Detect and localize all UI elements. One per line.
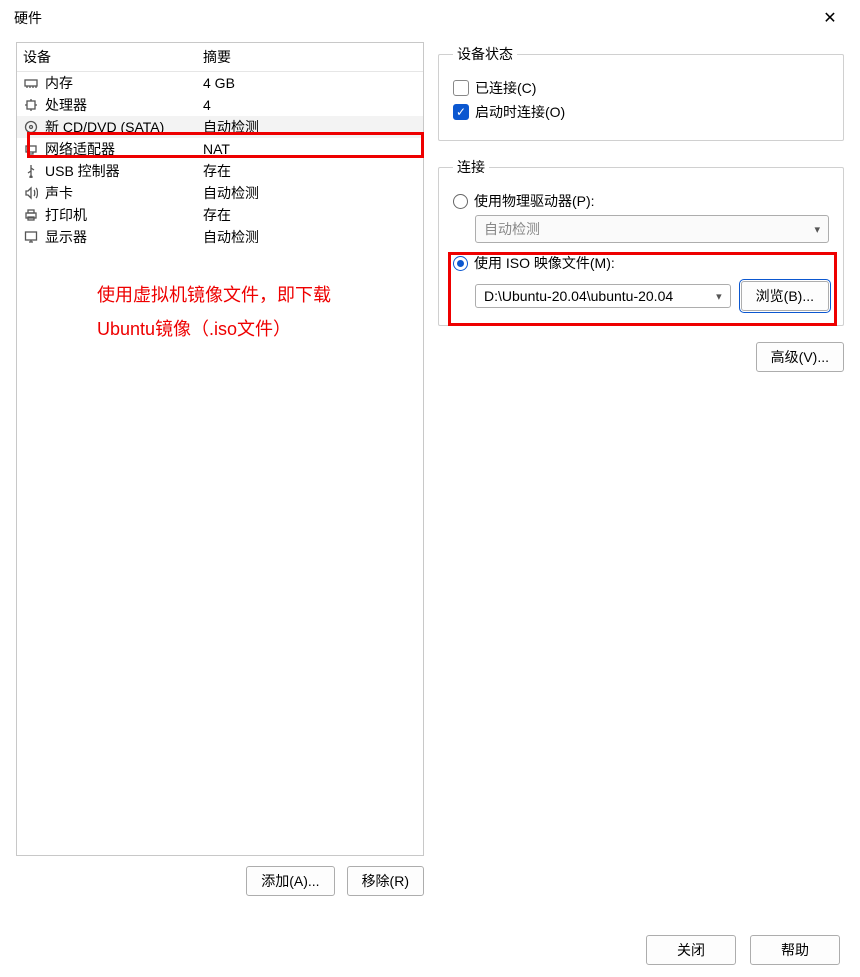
device-list: 设备 摘要 内存4 GB处理器4新 CD/DVD (SATA)自动检测网络适配器…	[16, 42, 424, 856]
device-label: 新 CD/DVD (SATA)	[45, 117, 203, 137]
device-row[interactable]: 声卡自动检测	[17, 182, 423, 204]
device-row[interactable]: 新 CD/DVD (SATA)自动检测	[17, 116, 423, 138]
sound-icon	[23, 185, 39, 201]
iso-path-value: D:\Ubuntu-20.04\ubuntu-20.04	[484, 288, 673, 304]
iso-label: 使用 ISO 映像文件(M):	[474, 253, 615, 273]
connect-on-power-checkbox[interactable]: ✓	[453, 104, 469, 120]
device-summary: 存在	[203, 205, 417, 225]
close-button[interactable]: 关闭	[646, 935, 736, 965]
device-summary: 自动检测	[203, 183, 417, 203]
connected-label: 已连接(C)	[475, 78, 536, 98]
header-summary: 摘要	[203, 47, 417, 67]
annotation-text: 使用虚拟机镜像文件，即下载 Ubuntu镜像（.iso文件）	[97, 278, 331, 346]
device-label: 处理器	[45, 95, 203, 115]
device-row[interactable]: 内存4 GB	[17, 72, 423, 94]
device-label: USB 控制器	[45, 161, 203, 181]
memory-icon	[23, 75, 39, 91]
physical-drive-label: 使用物理驱动器(P):	[474, 191, 595, 211]
device-row[interactable]: 显示器自动检测	[17, 226, 423, 248]
device-row[interactable]: 处理器4	[17, 94, 423, 116]
printer-icon	[23, 207, 39, 223]
connected-checkbox[interactable]	[453, 80, 469, 96]
disc-icon	[23, 119, 39, 135]
device-summary: 4	[203, 97, 417, 113]
window-title: 硬件	[14, 8, 42, 28]
remove-button[interactable]: 移除(R)	[347, 866, 424, 896]
device-label: 内存	[45, 73, 203, 93]
device-summary: 4 GB	[203, 75, 417, 91]
device-summary: 自动检测	[203, 227, 417, 247]
add-button[interactable]: 添加(A)...	[246, 866, 334, 896]
help-button[interactable]: 帮助	[750, 935, 840, 965]
chevron-down-icon: ▾	[814, 223, 820, 236]
device-row[interactable]: USB 控制器存在	[17, 160, 423, 182]
device-status-legend: 设备状态	[453, 44, 517, 64]
device-label: 网络适配器	[45, 139, 203, 159]
device-label: 显示器	[45, 227, 203, 247]
device-label: 打印机	[45, 205, 203, 225]
physical-drive-combo-value: 自动检测	[484, 219, 540, 239]
device-label: 声卡	[45, 183, 203, 203]
physical-drive-radio[interactable]	[453, 194, 468, 209]
device-summary: NAT	[203, 141, 417, 157]
device-summary: 存在	[203, 161, 417, 181]
browse-button[interactable]: 浏览(B)...	[741, 281, 829, 311]
header-device: 设备	[23, 47, 203, 67]
iso-path-combo[interactable]: D:\Ubuntu-20.04\ubuntu-20.04 ▾	[475, 284, 731, 308]
iso-radio[interactable]	[453, 256, 468, 271]
net-icon	[23, 141, 39, 157]
usb-icon	[23, 163, 39, 179]
device-summary: 自动检测	[203, 117, 417, 137]
physical-drive-combo[interactable]: 自动检测 ▾	[475, 215, 829, 243]
advanced-button[interactable]: 高级(V)...	[756, 342, 844, 372]
cpu-icon	[23, 97, 39, 113]
device-row[interactable]: 打印机存在	[17, 204, 423, 226]
device-row[interactable]: 网络适配器NAT	[17, 138, 423, 160]
connection-legend: 连接	[453, 157, 489, 177]
chevron-down-icon: ▾	[716, 290, 722, 303]
device-status-group: 设备状态 已连接(C) ✓ 启动时连接(O)	[438, 44, 844, 141]
connection-group: 连接 使用物理驱动器(P): 自动检测 ▾ 使用 ISO 映像文件(M): D:…	[438, 157, 844, 326]
close-icon[interactable]: ✕	[810, 8, 850, 28]
connect-on-power-label: 启动时连接(O)	[475, 102, 565, 122]
display-icon	[23, 229, 39, 245]
